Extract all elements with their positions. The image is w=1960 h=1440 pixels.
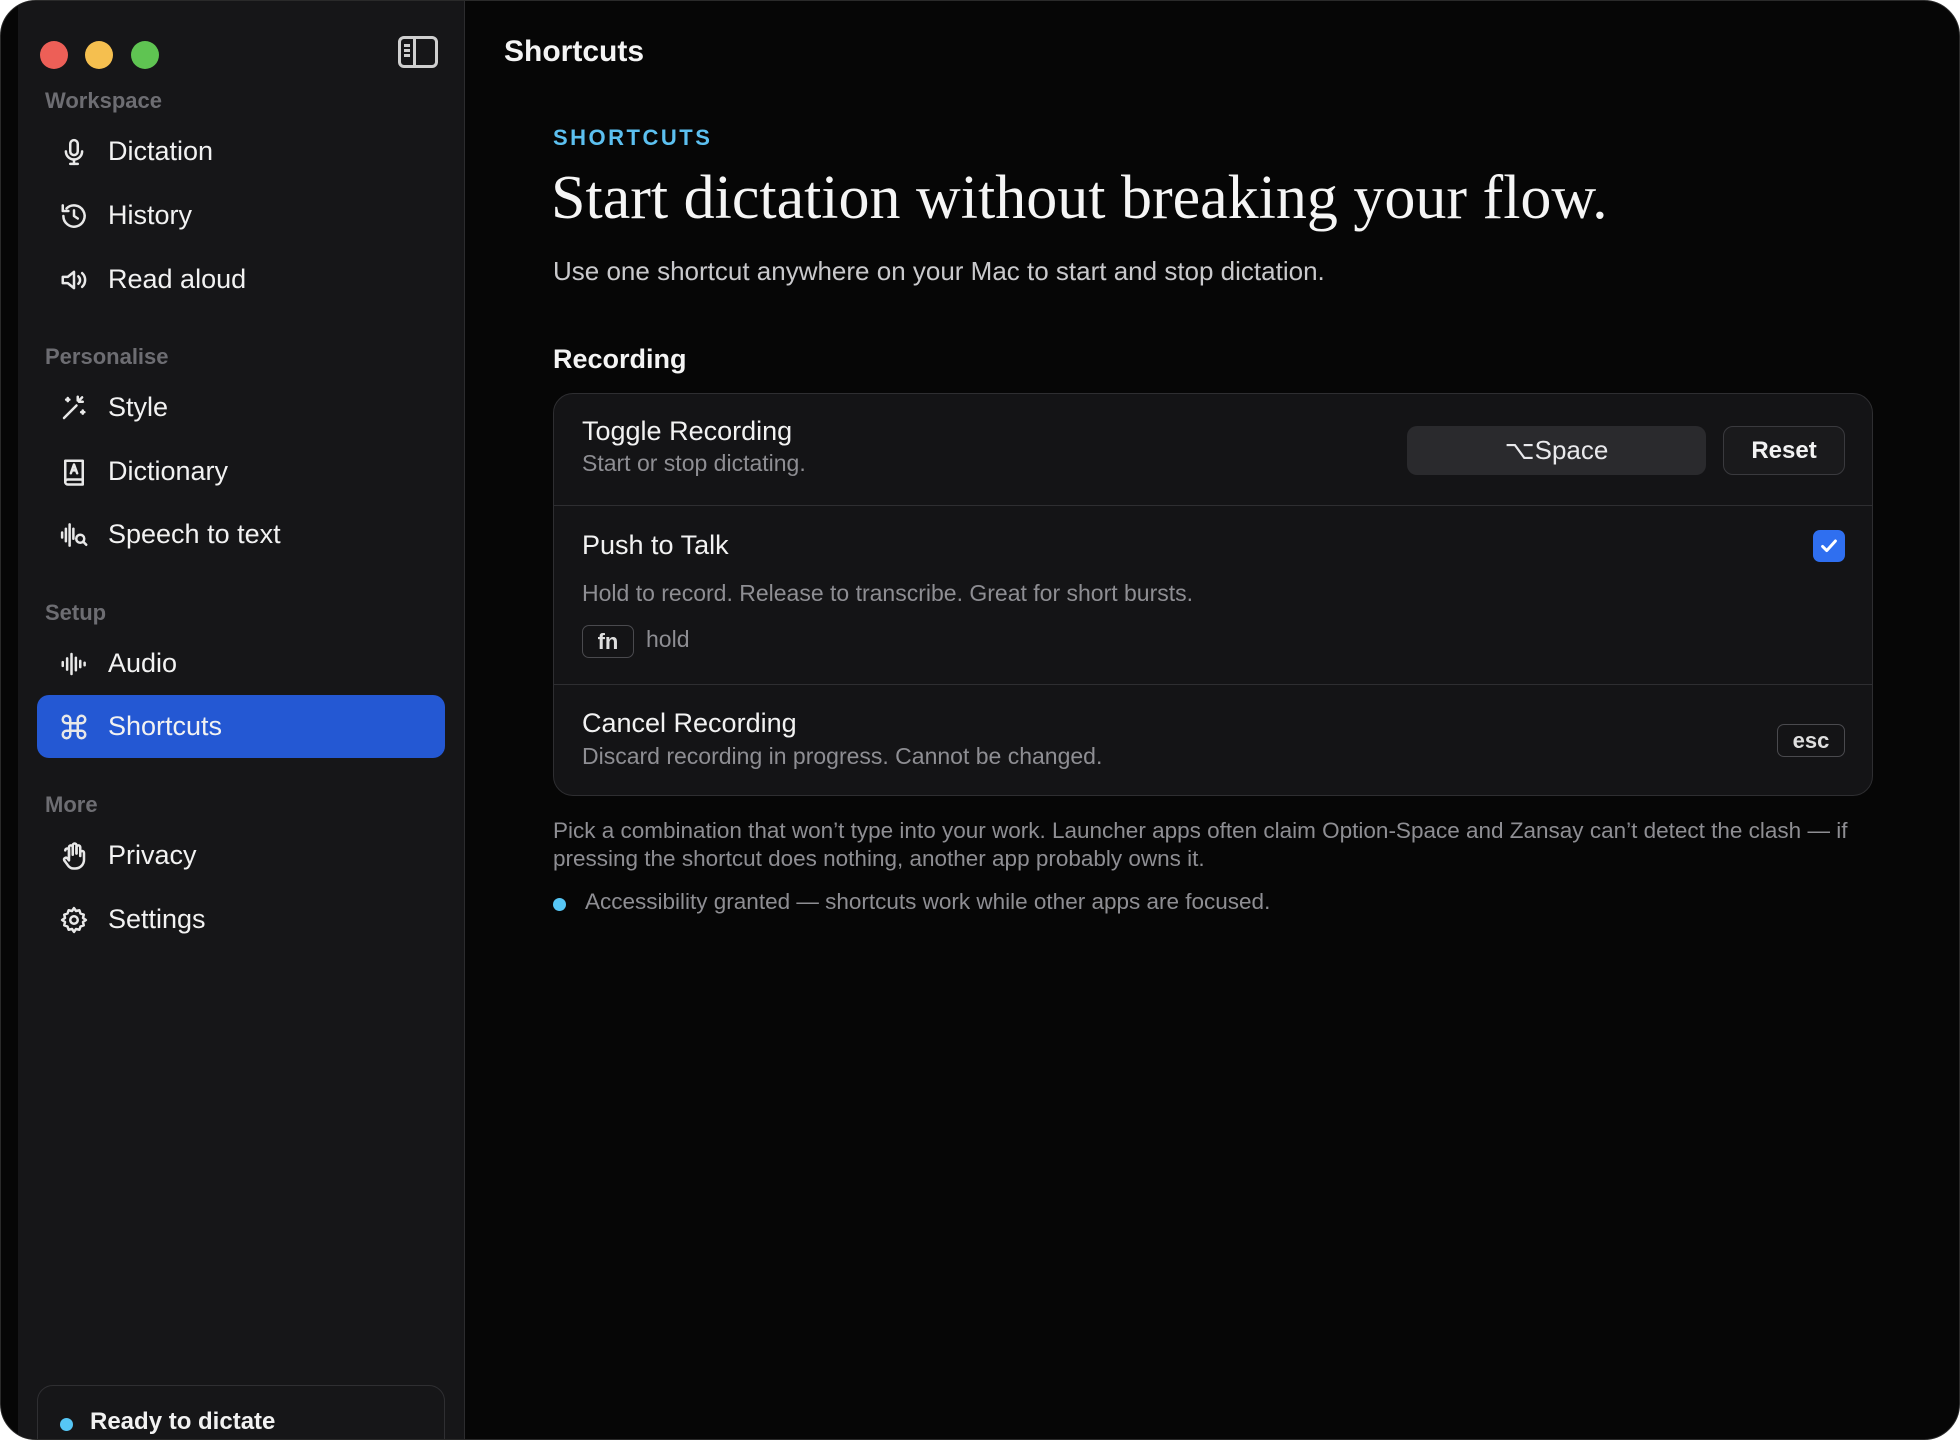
row-divider — [554, 505, 1872, 506]
microphone-icon — [57, 135, 91, 169]
sidebar-item-read-aloud[interactable]: Read aloud — [37, 248, 445, 311]
sidebar-item-label: Dictation — [108, 136, 214, 166]
recording-group-title: Recording — [553, 344, 687, 374]
sidebar-item-label: Settings — [108, 904, 206, 934]
close-window-button[interactable] — [40, 41, 68, 69]
sidebar-item-audio[interactable]: Audio — [37, 632, 445, 695]
checkmark-icon — [1821, 539, 1837, 553]
section-label-workspace: Workspace — [45, 88, 162, 113]
section-label-setup: Setup — [45, 600, 107, 625]
push-to-talk-title: Push to Talk — [582, 530, 729, 560]
sidebar-item-speech-to-text[interactable]: Speech to text — [37, 503, 445, 566]
sidebar-item-settings[interactable]: Settings — [37, 888, 445, 951]
toggle-recording-shortcut-field[interactable]: ⌥Space — [1407, 426, 1706, 475]
sidebar-item-label: Audio — [108, 648, 178, 678]
esc-keycap: esc — [1777, 724, 1845, 757]
page-headline: Start dictation without breaking your fl… — [551, 164, 1608, 232]
waveform-icon — [57, 647, 91, 681]
hold-label: hold — [646, 626, 690, 652]
sidebar-item-label: Speech to text — [108, 519, 281, 549]
status-indicator: Ready to dictate — [37, 1385, 445, 1439]
cancel-recording-title: Cancel Recording — [582, 708, 797, 738]
accessibility-status-dot — [553, 898, 566, 911]
sidebar-item-history[interactable]: History — [37, 184, 445, 247]
sidebar-item-label: Read aloud — [108, 264, 247, 294]
minimize-window-button[interactable] — [85, 41, 113, 69]
sidebar-toggle-icon[interactable] — [398, 36, 438, 68]
accessibility-status-text: Accessibility granted — shortcuts work w… — [585, 889, 1271, 914]
sidebar-item-shortcuts[interactable]: Shortcuts — [37, 695, 445, 758]
sidebar-item-label: History — [108, 200, 193, 230]
section-label-more: More — [45, 792, 98, 817]
command-icon — [57, 710, 91, 744]
speaker-icon — [57, 263, 91, 297]
history-icon — [57, 199, 91, 233]
section-label-personalise: Personalise — [45, 344, 169, 369]
shortcut-footnote: Pick a combination that won’t type into … — [553, 818, 1848, 871]
toggle-recording-title: Toggle Recording — [582, 416, 793, 446]
page-eyebrow: SHORTCUTS — [553, 125, 713, 150]
sidebar-item-label: Privacy — [108, 840, 197, 870]
status-dot — [60, 1418, 73, 1431]
cancel-recording-description: Discard recording in progress. Cannot be… — [582, 743, 1103, 769]
status-text: Ready to dictate — [90, 1408, 276, 1435]
sidebar-item-dictation[interactable]: Dictation — [37, 120, 445, 183]
toggle-recording-description: Start or stop dictating. — [582, 450, 806, 476]
magic-wand-icon — [57, 391, 91, 425]
sidebar-item-privacy[interactable]: Privacy — [37, 824, 445, 887]
sidebar-item-label: Dictionary — [108, 456, 229, 486]
sidebar-item-label: Style — [108, 392, 169, 422]
row-divider — [554, 684, 1872, 685]
sidebar-item-label: Shortcuts — [108, 711, 223, 741]
fn-keycap: fn — [582, 625, 634, 658]
zoom-window-button[interactable] — [131, 41, 159, 69]
sidebar: Workspace Dictation History Read aloud P… — [18, 1, 465, 1439]
recording-settings-card: Toggle Recording Start or stop dictating… — [553, 393, 1873, 796]
reset-shortcut-button[interactable]: Reset — [1723, 426, 1845, 475]
window-title: Shortcuts — [504, 35, 645, 68]
sidebar-item-dictionary[interactable]: Dictionary — [37, 440, 445, 503]
page-subtitle: Use one shortcut anywhere on your Mac to… — [553, 256, 1325, 286]
push-to-talk-description: Hold to record. Release to transcribe. G… — [582, 580, 1194, 606]
sidebar-item-style[interactable]: Style — [37, 376, 445, 439]
hand-icon — [57, 839, 91, 873]
dictionary-icon — [57, 455, 91, 489]
push-to-talk-checkbox[interactable] — [1813, 530, 1845, 562]
gear-icon — [57, 903, 91, 937]
app-window: Workspace Dictation History Read aloud P… — [0, 0, 1960, 1440]
waveform-search-icon — [57, 518, 91, 552]
